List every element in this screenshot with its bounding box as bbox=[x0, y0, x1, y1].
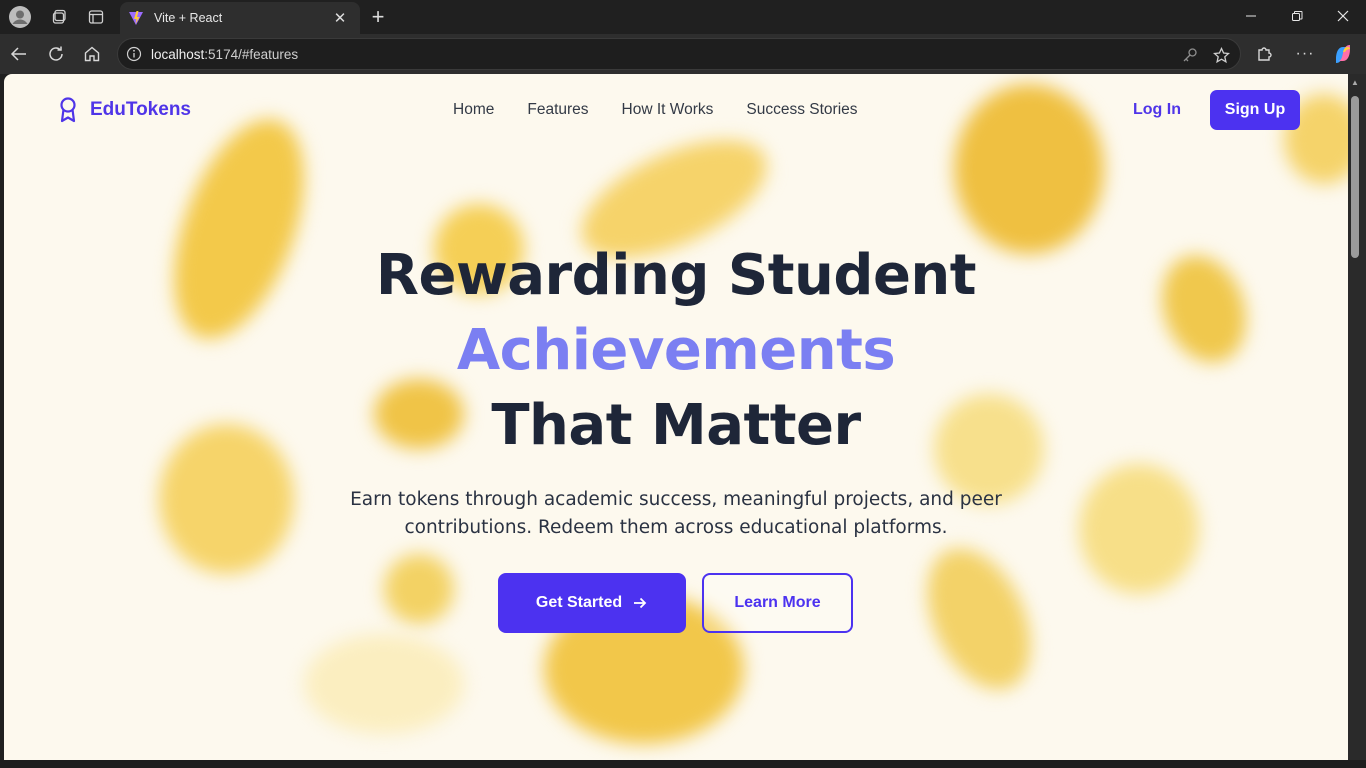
signup-button[interactable]: Sign Up bbox=[1210, 90, 1300, 130]
get-started-label: Get Started bbox=[535, 594, 623, 611]
nav-link-features[interactable]: Features bbox=[527, 101, 588, 119]
award-icon bbox=[60, 97, 76, 123]
browser-toolbar: localhost:5174/#features ··· bbox=[0, 34, 1366, 74]
url-text[interactable]: localhost:5174/#features bbox=[151, 47, 298, 62]
hero-subtitle-line-1: Earn tokens through academic success, me… bbox=[350, 489, 1002, 510]
extensions-icon[interactable] bbox=[1251, 40, 1279, 68]
close-tab-icon[interactable]: ✕ bbox=[330, 8, 350, 28]
more-menu-icon[interactable]: ··· bbox=[1291, 40, 1319, 68]
vite-favicon-icon bbox=[129, 11, 143, 25]
back-icon[interactable] bbox=[5, 40, 33, 68]
favorite-star-icon[interactable] bbox=[1212, 46, 1230, 64]
minimize-icon[interactable] bbox=[1228, 0, 1274, 32]
hero-title-accent: Achievements bbox=[456, 318, 896, 383]
tab-strip: Vite + React ✕ + bbox=[0, 0, 1366, 34]
learn-more-button[interactable]: Learn More bbox=[702, 573, 853, 633]
password-key-icon[interactable] bbox=[1181, 46, 1199, 64]
hero-title-line-1: Rewarding Student bbox=[375, 243, 977, 308]
close-window-icon[interactable] bbox=[1320, 0, 1366, 32]
arrow-right-icon bbox=[634, 597, 647, 609]
hero-subtitle-line-2: contributions. Redeem them across educat… bbox=[404, 517, 948, 538]
nav-link-how-it-works[interactable]: How It Works bbox=[622, 101, 714, 119]
site-info-icon[interactable] bbox=[126, 46, 142, 62]
nav-link-home[interactable]: Home bbox=[453, 101, 494, 119]
hero-title-line-3: That Matter bbox=[491, 393, 861, 458]
page-viewport: EduTokens Home Features How It Works Suc… bbox=[4, 74, 1348, 760]
tab-active[interactable]: Vite + React ✕ bbox=[120, 2, 360, 34]
site-header: EduTokens Home Features How It Works Suc… bbox=[4, 74, 1348, 146]
profile-icon[interactable] bbox=[8, 5, 32, 29]
refresh-icon[interactable] bbox=[42, 40, 70, 68]
copilot-icon[interactable] bbox=[1329, 40, 1357, 68]
tab-actions-icon[interactable] bbox=[84, 5, 108, 29]
tab-title: Vite + React bbox=[154, 11, 223, 25]
scrollbar-thumb[interactable] bbox=[1351, 96, 1359, 258]
address-bar[interactable]: localhost:5174/#features bbox=[117, 38, 1241, 70]
brand-name: EduTokens bbox=[90, 99, 191, 120]
scroll-up-arrow-icon[interactable]: ▲ bbox=[1350, 78, 1360, 88]
get-started-button[interactable]: Get Started bbox=[498, 573, 686, 633]
bottom-bar bbox=[0, 760, 1366, 768]
hero-subtitle: Earn tokens through academic success, me… bbox=[4, 486, 1348, 542]
home-icon[interactable] bbox=[78, 40, 106, 68]
brand-logo[interactable]: EduTokens bbox=[56, 96, 191, 124]
workspaces-icon[interactable] bbox=[48, 5, 72, 29]
login-button[interactable]: Log In bbox=[1133, 101, 1181, 119]
browser-window: Vite + React ✕ + localhost:5174/#feature… bbox=[0, 0, 1366, 768]
nav-links: Home Features How It Works Success Stori… bbox=[453, 101, 858, 119]
restore-icon[interactable] bbox=[1274, 0, 1320, 32]
new-tab-icon[interactable]: + bbox=[366, 4, 390, 29]
hero-heading: Rewarding Student Achievements That Matt… bbox=[4, 238, 1348, 463]
nav-link-success-stories[interactable]: Success Stories bbox=[746, 101, 857, 119]
